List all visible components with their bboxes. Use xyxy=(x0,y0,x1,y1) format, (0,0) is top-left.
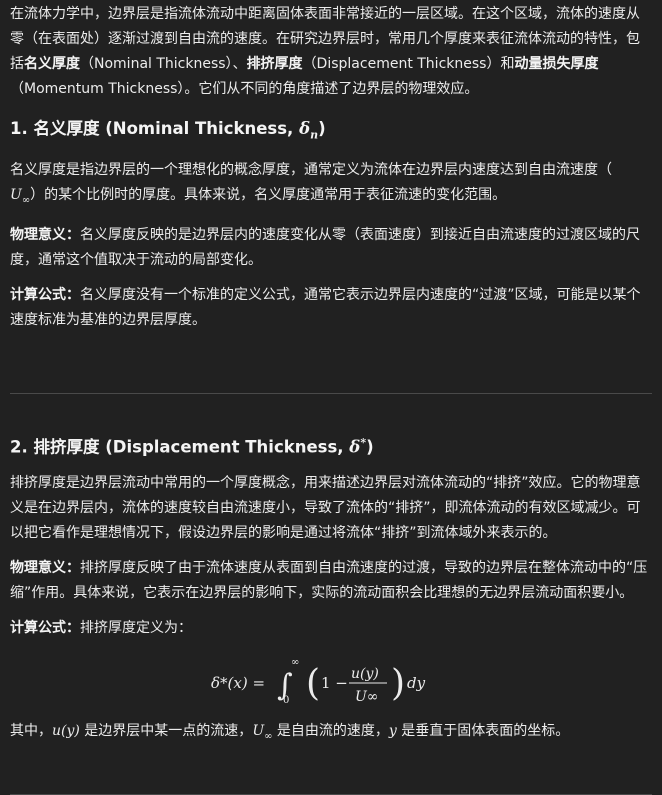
section1-physical-meaning: 物理意义：名义厚度反映的是边界层内的速度变化从零（表面速度）到接近自由流速度的过… xyxy=(10,223,652,273)
section1-formula-note: 计算公式：名义厚度没有一个标准的定义公式，通常它表示边界层内速度的“过渡”区域，… xyxy=(10,283,652,333)
where-text-d: 是垂直于固体表面的坐标。 xyxy=(396,722,570,739)
term-momentum-en: （Momentum Thickness）。它们从不同的角度描述了边界层的物理效应… xyxy=(10,81,479,97)
term-momentum: 动量损失厚度 xyxy=(514,56,599,72)
section2-paragraph: 排挤厚度是边界层流动中常用的一个厚度概念，用来描述边界层对流体流动的“排挤”效应… xyxy=(10,474,641,541)
where-text-a: 其中， xyxy=(10,722,52,739)
u-infinity-symbol: U xyxy=(10,187,22,204)
section1-text-a: 名义厚度是指边界层的一个理想化的概念厚度，通常定义为流体在边界层内速度达到自由流… xyxy=(10,162,612,179)
u-infinity-symbol: U xyxy=(252,722,265,739)
section1-heading-text: 1. 名义厚度 (Nominal Thickness, xyxy=(10,119,300,138)
integral-lower: 0 xyxy=(283,695,289,706)
fraction-numerator: u(y) xyxy=(351,666,379,682)
section1-heading: 1. 名义厚度 (Nominal Thickness, δn) xyxy=(10,116,652,148)
section1-text-b: ）的某个比例时的厚度。具体来说，名义厚度通常用于表征流速的变化范围。 xyxy=(30,187,507,204)
u-of-y-symbol: u(y) xyxy=(52,722,80,739)
term-nominal-en: （Nominal Thickness）、 xyxy=(80,56,247,72)
term-displacement: 排挤厚度 xyxy=(246,56,303,72)
section2-physical-meaning: 物理意义：排挤厚度反映了由于流体速度从表面到自由流速度的过渡，导致的边界层在整体… xyxy=(10,556,652,606)
section2-formula-intro: 计算公式：排挤厚度定义为： xyxy=(10,616,652,641)
paren-right: ) xyxy=(391,663,405,704)
formula-text: 名义厚度没有一个标准的定义公式，通常它表示边界层内速度的“过渡”区域，可能是以某… xyxy=(10,287,641,329)
section1-paragraph: 名义厚度是指边界层的一个理想化的概念厚度，通常定义为流体在边界层内速度达到自由流… xyxy=(10,158,652,213)
section2-heading: 2. 排挤厚度 (Displacement Thickness, δ*) xyxy=(10,430,652,461)
formula-lhs: δ*(x) = xyxy=(211,674,265,692)
term-displacement-en: （Displacement Thickness）和 xyxy=(302,56,515,72)
integral-upper: ∞ xyxy=(291,657,299,668)
formula-label: 计算公式： xyxy=(10,287,80,304)
where-text-c: 是自由流的速度， xyxy=(272,722,389,739)
subscript-n: n xyxy=(310,128,319,142)
y-symbol: y xyxy=(388,722,397,739)
formula-svg: δ*(x) = ∫ ∞ 0 ( 1 − u(y) U∞ ) dy xyxy=(211,657,426,706)
term-nominal: 名义厚度 xyxy=(24,56,80,72)
formula-text: 排挤厚度定义为： xyxy=(80,619,192,636)
delta-symbol: δ xyxy=(299,119,311,138)
delta-symbol: δ xyxy=(349,437,361,457)
physical-meaning-text: 名义厚度反映的是边界层内的速度变化从零（表面速度）到接近自由流速度的过渡区域的尺… xyxy=(10,227,640,269)
formula-explanation: 其中，u(y) 是边界层中某一点的流速，U∞ 是自由流的速度，y 是垂直于固体表… xyxy=(10,719,652,749)
physical-meaning-label: 物理意义： xyxy=(10,559,80,576)
document: 在流体力学中，边界层是指流体流动中距离固体表面非常接近的一层区域。在这个区域，流… xyxy=(0,0,662,795)
heading-close: ) xyxy=(318,119,326,138)
physical-meaning-text: 排挤厚度反映了由于流体速度从表面到自由流速度的过渡，导致的边界层在整体流动中的“… xyxy=(10,559,648,601)
where-text-b: 是边界层中某一点的流速， xyxy=(79,722,253,739)
fraction-denominator: U∞ xyxy=(355,689,378,705)
formula-dy: dy xyxy=(407,674,426,692)
physical-meaning-label: 物理意义： xyxy=(10,227,80,244)
paren-left: ( xyxy=(306,663,320,704)
formula-label: 计算公式： xyxy=(10,619,80,636)
intro-paragraph: 在流体力学中，边界层是指流体流动中距离固体表面非常接近的一层区域。在这个区域，流… xyxy=(10,2,652,102)
infinity-subscript: ∞ xyxy=(21,195,31,207)
section2-heading-text: 2. 排挤厚度 (Displacement Thickness, xyxy=(10,437,350,457)
displacement-thickness-formula: δ*(x) = ∫ ∞ 0 ( 1 − u(y) U∞ ) dy xyxy=(10,651,652,711)
heading-close: ) xyxy=(366,437,374,457)
formula-one-minus: 1 − xyxy=(321,674,348,692)
